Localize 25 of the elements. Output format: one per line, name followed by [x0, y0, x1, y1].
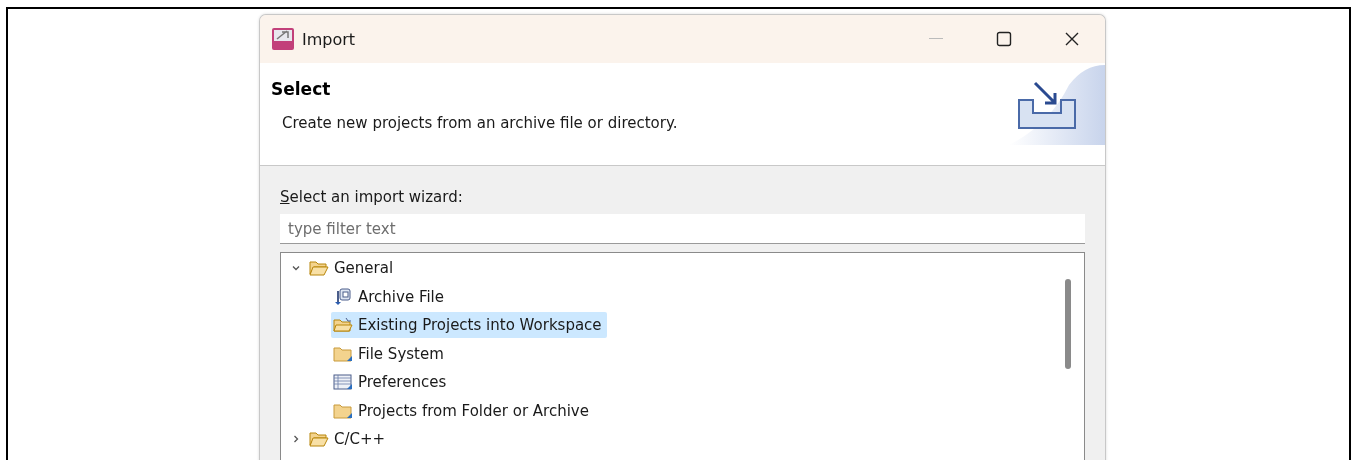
folder-import-icon [333, 317, 353, 334]
folder-icon [333, 345, 353, 362]
open-folder-icon [309, 431, 329, 448]
chevron-right-icon[interactable] [291, 434, 301, 445]
tree-item[interactable]: Preferences [331, 369, 452, 396]
folder-icon [333, 402, 353, 419]
tree-item[interactable]: General [307, 255, 399, 282]
tree-item[interactable]: Archive File [331, 283, 449, 310]
close-icon [1064, 31, 1080, 47]
tree-item[interactable]: C/C++ [307, 426, 391, 453]
tree-item[interactable]: File System [331, 340, 449, 367]
app-icon [272, 28, 294, 50]
archive-icon [333, 287, 353, 306]
scrollbar-thumb[interactable] [1065, 279, 1071, 369]
tree-item[interactable]: Existing Projects into Workspace [331, 312, 607, 339]
page-title: Select [271, 79, 332, 99]
minimize-icon [929, 38, 943, 40]
window-title: Import [302, 29, 357, 49]
wizard-label: Select an import wizard: [280, 188, 464, 206]
page-description: Create new projects from an archive file or directory. [282, 114, 679, 132]
maximize-icon [996, 31, 1012, 47]
open-folder-icon [309, 260, 329, 277]
table-icon [333, 374, 353, 391]
filter-field[interactable]: type filter text [280, 214, 1085, 244]
tree-item[interactable]: Projects from Folder or Archive [331, 397, 594, 424]
